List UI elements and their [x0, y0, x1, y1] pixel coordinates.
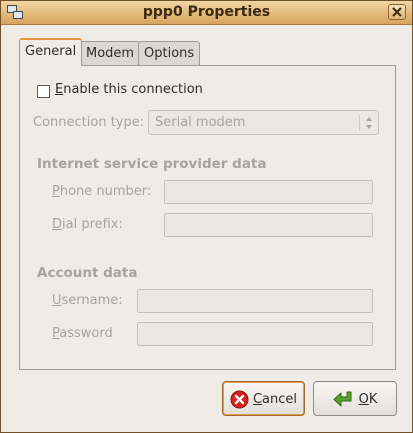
phone-mnemonic: P — [52, 184, 60, 199]
username-rest: sername: — [61, 293, 123, 308]
cancel-mnemonic: C — [252, 392, 263, 407]
tab-general-label: General — [25, 44, 77, 59]
title-bar[interactable]: ppp0 Properties — [1, 1, 412, 25]
ok-icon — [333, 391, 352, 407]
tab-modem[interactable]: Modem — [80, 41, 141, 65]
connection-type-label: Connection type: — [33, 115, 145, 130]
enable-mnemonic: E — [55, 82, 64, 97]
username-mnemonic: U — [52, 293, 62, 308]
cancel-icon — [230, 390, 249, 409]
dial-mnemonic: D — [52, 217, 63, 232]
combo-separator — [359, 115, 360, 131]
cancel-rest: ancel — [262, 392, 298, 407]
password-rest: assword — [59, 326, 113, 341]
phone-rest: hone number: — [59, 184, 152, 199]
ok-button[interactable]: OK — [313, 381, 397, 416]
enable-connection-label[interactable]: Enable this connection — [55, 82, 203, 97]
dial-prefix-label: Dial prefix: — [52, 217, 123, 232]
ok-label: OK — [359, 392, 378, 407]
account-section-heading: Account data — [37, 265, 138, 281]
close-x-icon — [392, 7, 402, 17]
username-field[interactable] — [137, 289, 373, 313]
username-label: Username: — [52, 293, 123, 308]
dial-rest: ial prefix: — [62, 217, 123, 232]
ok-mnemonic: O — [358, 392, 369, 407]
tab-options-label: Options — [144, 46, 195, 61]
connection-type-value: Serial modem — [155, 115, 246, 130]
phone-number-field[interactable] — [164, 180, 373, 204]
enable-rest: nable this connection — [63, 82, 203, 97]
cancel-button[interactable]: Cancel — [222, 381, 305, 416]
isp-section-heading: Internet service provider data — [37, 156, 267, 172]
up-down-arrows-icon — [366, 117, 372, 129]
properties-window: ppp0 Properties General Modem Options En… — [0, 0, 413, 433]
connection-type-combo[interactable]: Serial modem — [148, 110, 379, 135]
tab-modem-label: Modem — [86, 46, 135, 61]
cancel-label: Cancel — [253, 392, 297, 407]
phone-number-label: Phone number: — [52, 184, 151, 199]
tab-general[interactable]: General — [19, 38, 83, 66]
password-label: Password — [52, 326, 113, 341]
enable-connection-checkbox[interactable] — [37, 85, 50, 98]
password-field[interactable] — [137, 322, 373, 346]
window-title: ppp0 Properties — [142, 4, 271, 20]
dial-prefix-field[interactable] — [164, 213, 373, 237]
close-button[interactable] — [388, 4, 406, 20]
ok-rest: K — [368, 392, 378, 407]
tab-options[interactable]: Options — [138, 41, 201, 65]
